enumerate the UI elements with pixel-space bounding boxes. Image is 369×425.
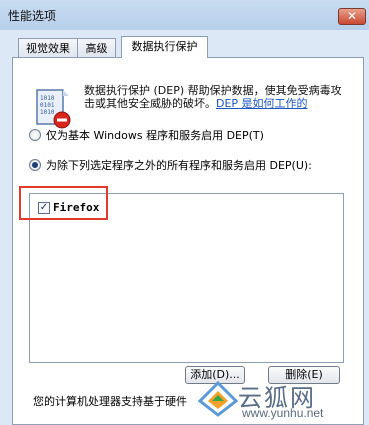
close-button[interactable]: ✕ [338, 8, 366, 25]
radio-button[interactable] [29, 129, 41, 141]
watermark-url: www.yunhu.net [242, 406, 324, 420]
add-button-label: 添加(D)... [190, 368, 240, 381]
svg-text:1010: 1010 [40, 109, 55, 116]
dep-description: 数据执行保护 (DEP) 帮助保护数据，使其免受病毒攻击或其他安全威胁的破坏。D… [84, 84, 344, 110]
watermark-logo-icon [198, 381, 238, 417]
dep-shield-icon: 1010 0101 1010 [36, 89, 71, 129]
tab-label: 高级 [85, 42, 108, 55]
tab-visual-effects[interactable]: 视觉效果 [18, 38, 78, 58]
close-icon: ✕ [346, 9, 358, 23]
title-bar: 性能选项 ✕ [0, 0, 369, 30]
tab-data-execution-prevention[interactable]: 数据执行保护 [121, 36, 208, 58]
dep-help-link[interactable]: DEP 是如何工作的 [216, 97, 308, 110]
radio-label: 为除下列选定程序之外的所有程序和服务启用 DEP(U): [46, 159, 312, 172]
svg-text:0101: 0101 [40, 102, 55, 109]
tab-label: 数据执行保护 [131, 40, 198, 53]
highlight-box [19, 186, 108, 220]
svg-text:1010: 1010 [40, 95, 55, 102]
tab-advanced[interactable]: 高级 [77, 38, 116, 58]
processor-support-text: 您的计算机处理器支持基于硬件 [33, 395, 187, 408]
tab-label: 视觉效果 [26, 42, 70, 55]
radio-label: 仅为基本 Windows 程序和服务启用 DEP(T) [46, 129, 264, 142]
window-title: 性能选项 [8, 9, 57, 23]
radio-button[interactable] [29, 159, 41, 171]
